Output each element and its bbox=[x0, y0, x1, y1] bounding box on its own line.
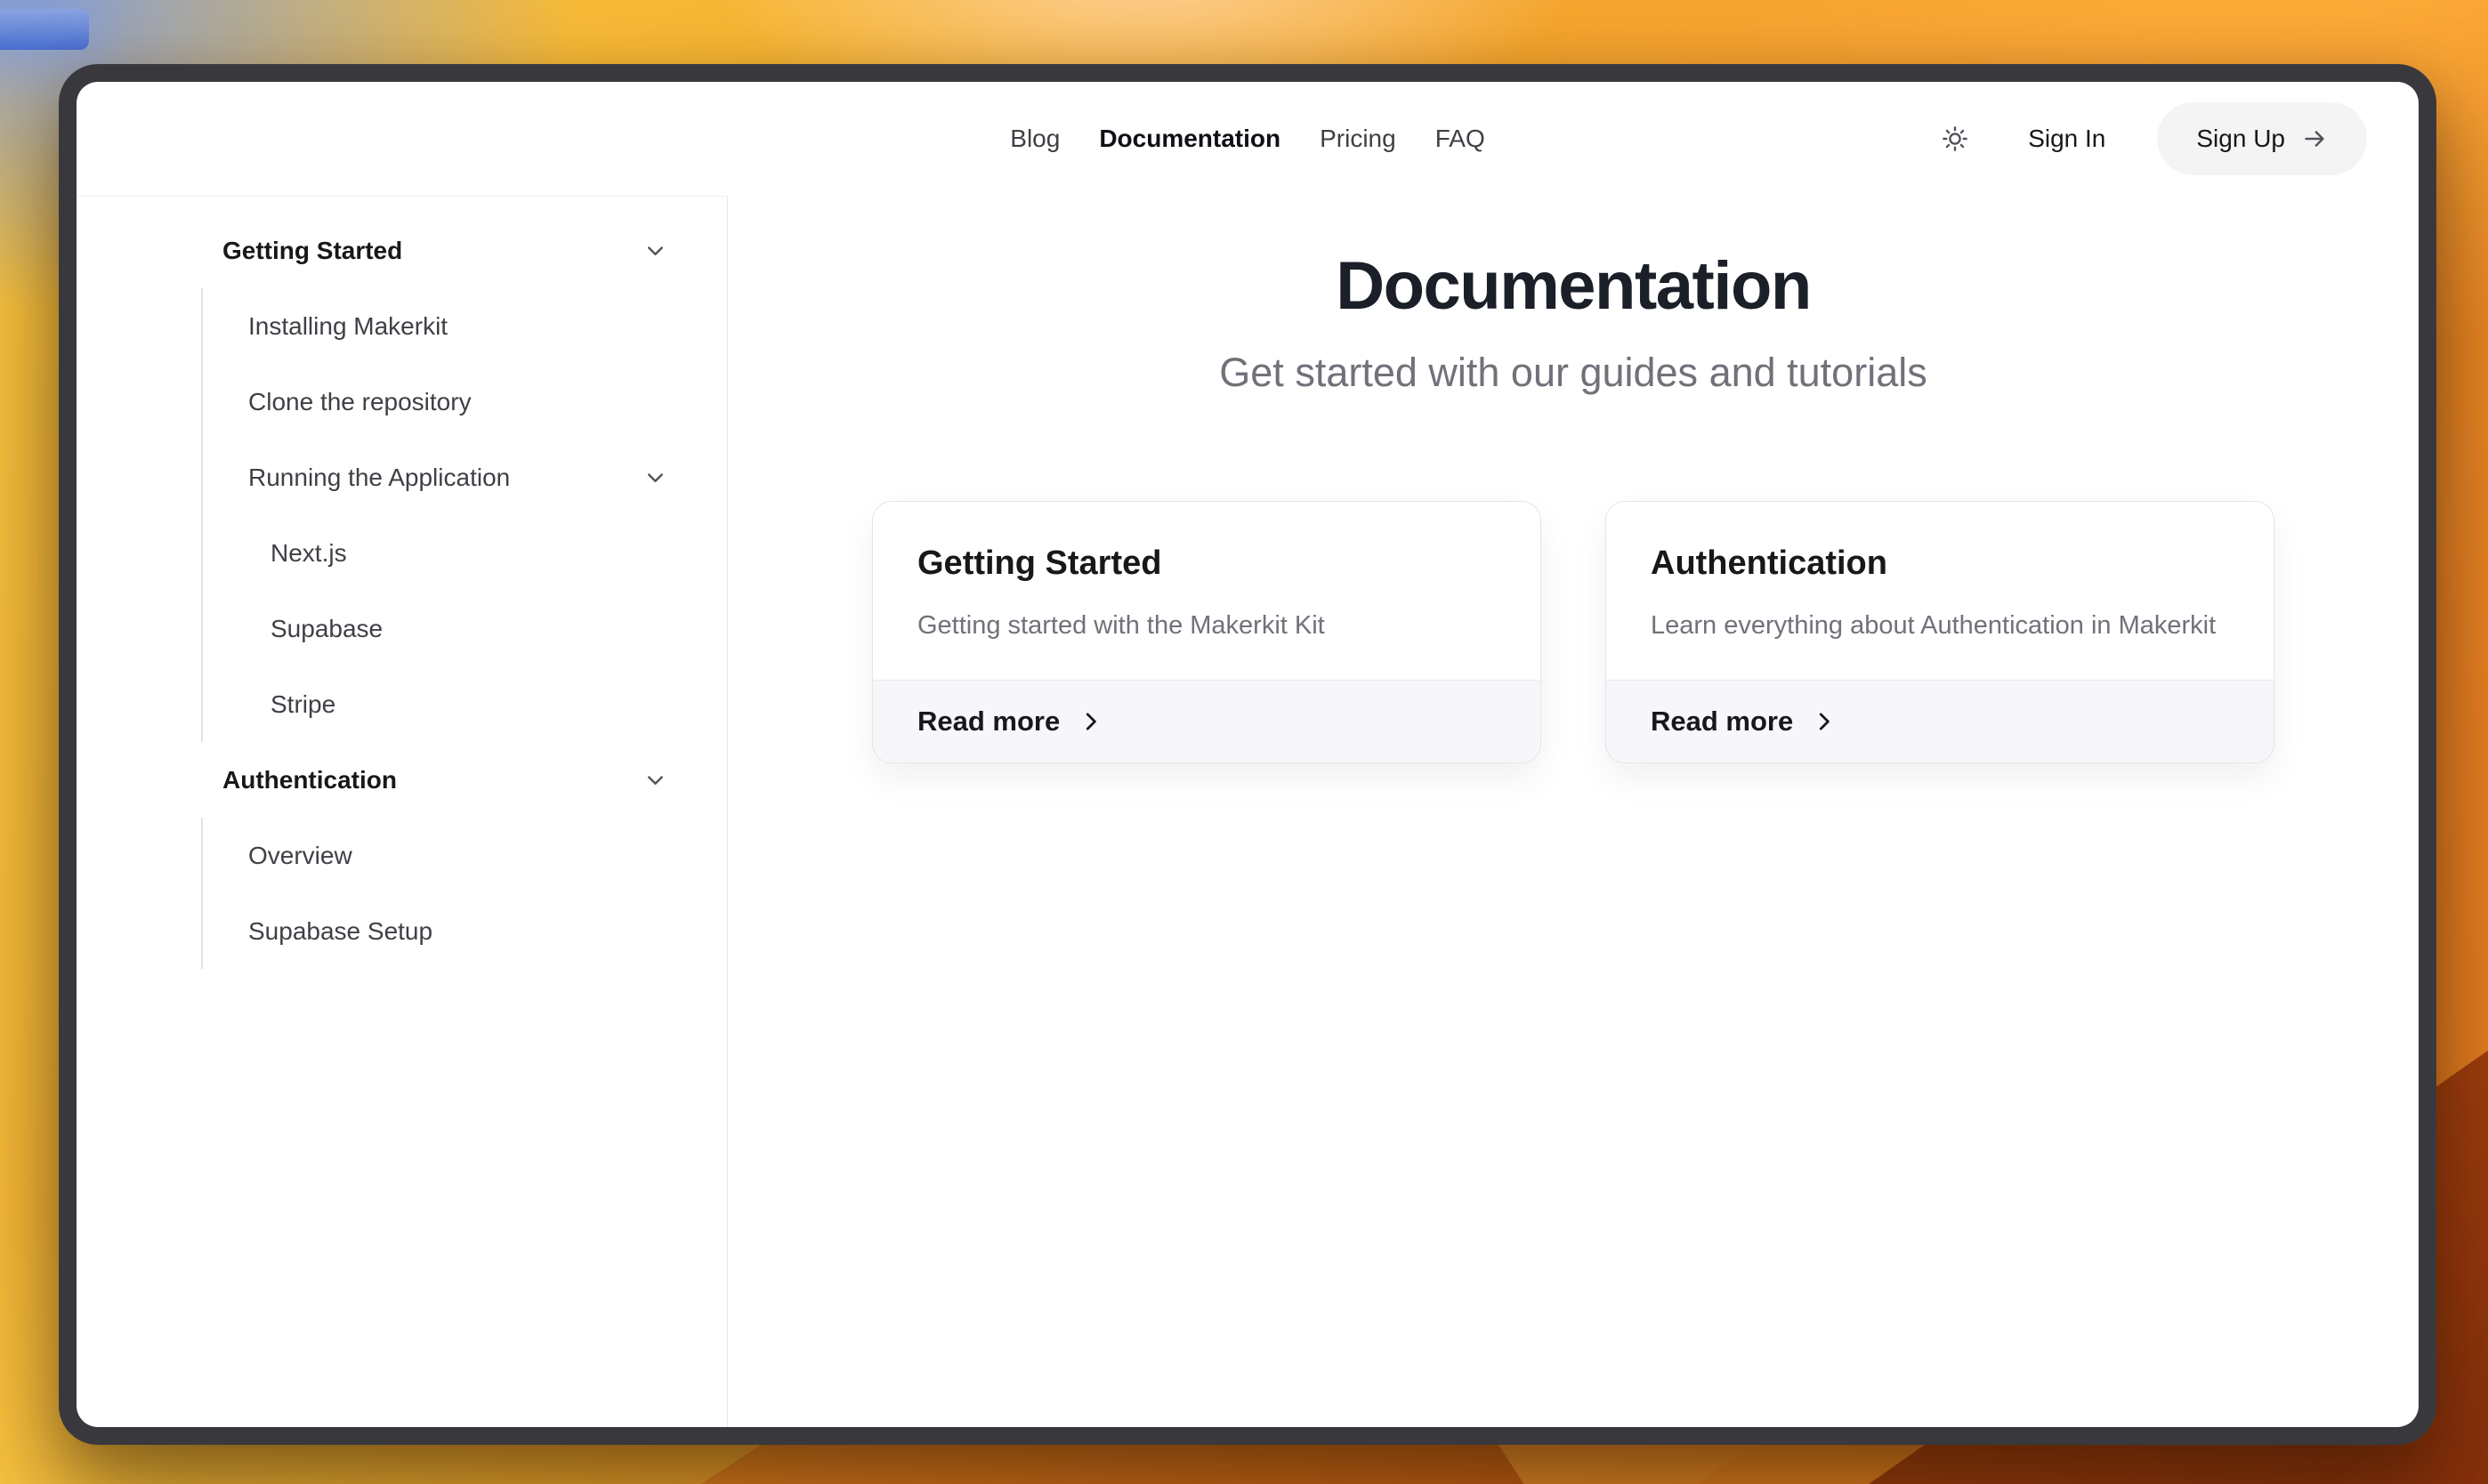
sidebar-section-children: Installing Makerkit Clone the repository… bbox=[201, 288, 727, 742]
desktop: Blog Documentation Pricing FAQ Sign In S… bbox=[0, 0, 2488, 1484]
sidebar-section-label: Authentication bbox=[222, 765, 397, 794]
sidebar-section-label: Getting Started bbox=[222, 236, 403, 264]
chevron-right-icon bbox=[1078, 708, 1104, 735]
sidebar-item-stripe[interactable]: Stripe bbox=[203, 666, 727, 742]
card-body: Getting Started Getting started with the… bbox=[873, 502, 1540, 680]
read-more-link[interactable]: Read more bbox=[1606, 680, 2274, 762]
app-window: Blog Documentation Pricing FAQ Sign In S… bbox=[59, 64, 2436, 1445]
docs-card-authentication[interactable]: Authentication Learn everything about Au… bbox=[1605, 501, 2274, 763]
nav-link-documentation[interactable]: Documentation bbox=[1099, 125, 1280, 153]
card-body: Authentication Learn everything about Au… bbox=[1606, 502, 2274, 680]
sign-up-label: Sign Up bbox=[2196, 125, 2285, 152]
sidebar-section: Authentication Overview Supabase Setup bbox=[201, 742, 727, 969]
read-more-label: Read more bbox=[917, 706, 1061, 737]
card-title: Authentication bbox=[1651, 544, 1887, 582]
sidebar-section-children: Overview Supabase Setup bbox=[201, 818, 727, 969]
chevron-down-icon bbox=[642, 767, 668, 793]
docs-sidebar: Getting Started Installing Makerkit Clon… bbox=[77, 196, 728, 1427]
sun-icon bbox=[1941, 125, 1969, 153]
card-description: Getting started with the Makerkit Kit bbox=[917, 611, 1325, 640]
sidebar-item-nextjs[interactable]: Next.js bbox=[203, 515, 727, 591]
sign-in-button[interactable]: Sign In bbox=[2028, 125, 2105, 153]
page-title: Documentation bbox=[1336, 248, 1812, 324]
chevron-down-icon bbox=[642, 238, 668, 263]
sidebar-section-getting-started[interactable]: Getting Started bbox=[201, 213, 727, 288]
sidebar-item-installing-makerkit[interactable]: Installing Makerkit bbox=[203, 288, 727, 364]
card-title: Getting Started bbox=[917, 544, 1162, 582]
wallpaper-artifact bbox=[0, 9, 89, 50]
theme-toggle-button[interactable] bbox=[1934, 117, 1976, 160]
nav-link-faq[interactable]: FAQ bbox=[1435, 125, 1485, 153]
card-description: Learn everything about Authentication in… bbox=[1651, 611, 2217, 640]
sidebar-section: Getting Started Installing Makerkit Clon… bbox=[201, 213, 727, 742]
content-area: Getting Started Installing Makerkit Clon… bbox=[77, 196, 2419, 1427]
sidebar-item-label: Running the Application bbox=[248, 463, 511, 491]
read-more-label: Read more bbox=[1651, 706, 1794, 737]
sidebar-section-authentication[interactable]: Authentication bbox=[201, 742, 727, 818]
nav-right-group: Sign In Sign Up bbox=[1934, 102, 2367, 175]
chevron-right-icon bbox=[1811, 708, 1838, 735]
app-window-content: Blog Documentation Pricing FAQ Sign In S… bbox=[77, 82, 2419, 1427]
docs-cards: Getting Started Getting started with the… bbox=[728, 501, 2419, 763]
top-navbar: Blog Documentation Pricing FAQ Sign In S… bbox=[77, 82, 2419, 196]
sign-up-button[interactable]: Sign Up bbox=[2157, 102, 2367, 175]
arrow-right-icon bbox=[2301, 125, 2328, 152]
nav-link-pricing[interactable]: Pricing bbox=[1320, 125, 1396, 153]
docs-main: Documentation Get started with our guide… bbox=[728, 196, 2419, 1427]
read-more-link[interactable]: Read more bbox=[873, 680, 1540, 762]
sidebar-item-overview[interactable]: Overview bbox=[203, 818, 727, 893]
sidebar-item-running-the-application[interactable]: Running the Application bbox=[203, 440, 727, 515]
page-subtitle: Get started with our guides and tutorial… bbox=[1219, 350, 1927, 395]
sidebar-item-clone-the-repository[interactable]: Clone the repository bbox=[203, 364, 727, 440]
nav-links: Blog Documentation Pricing FAQ bbox=[1010, 125, 1484, 153]
chevron-down-icon bbox=[642, 464, 668, 490]
nav-link-blog[interactable]: Blog bbox=[1010, 125, 1060, 153]
sidebar-item-supabase-setup[interactable]: Supabase Setup bbox=[203, 893, 727, 969]
docs-card-getting-started[interactable]: Getting Started Getting started with the… bbox=[872, 501, 1541, 763]
sidebar-item-supabase[interactable]: Supabase bbox=[203, 591, 727, 666]
